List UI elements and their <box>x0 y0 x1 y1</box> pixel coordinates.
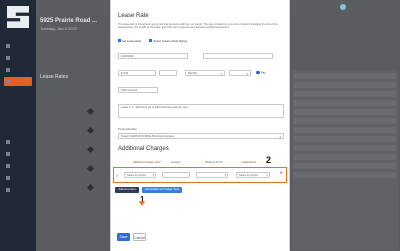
modal-intro: The lease rate is the agreed upon price … <box>118 23 278 30</box>
chevron-down-icon: ▾ <box>152 173 154 177</box>
annotation-arrow-icon <box>139 201 145 206</box>
pencil-icon[interactable] <box>86 183 95 192</box>
page-title: 5925 Prairie Road ... <box>40 18 98 24</box>
sidebar-item[interactable] <box>4 65 32 74</box>
nav-icon <box>6 175 10 180</box>
chevron-down-icon: ▾ <box>220 72 222 76</box>
sidebar-subitem[interactable] <box>4 89 32 98</box>
radio-icon <box>149 39 153 42</box>
pencil-icon[interactable] <box>86 107 95 116</box>
nav-icon <box>6 139 10 144</box>
sidebar-item[interactable] <box>4 41 32 50</box>
nav-icon <box>6 79 10 84</box>
col-header-type: Additional Charge Type* <box>133 161 161 164</box>
cancel-button[interactable]: Cancel <box>133 233 146 241</box>
sidebar-item[interactable] <box>4 161 32 170</box>
additional-charge-row: ≡ Select an Option ▾ ▾ Select an Option ▾ … <box>113 167 287 183</box>
start-date-field[interactable]: 11/01/2022 <box>118 53 188 59</box>
annotation-marker-2: 2 <box>266 155 272 165</box>
pencil-icon[interactable] <box>86 145 95 154</box>
option-set-lease-rate[interactable]: Set Lease Rate <box>118 39 141 43</box>
option-custom-range[interactable]: Select Custom Date Range <box>149 39 187 43</box>
nav-icon <box>6 151 10 156</box>
create-event-select[interactable]: Select an Option ▾ <box>236 172 270 178</box>
pencil-icon[interactable] <box>86 164 95 173</box>
pay-toggle[interactable]: Pay <box>256 71 265 75</box>
chevron-down-icon: ▾ <box>246 72 248 76</box>
sidebar <box>0 0 36 251</box>
logo-icon <box>7 6 29 28</box>
avatar[interactable] <box>340 4 346 10</box>
sidebar-item[interactable] <box>4 173 32 182</box>
frequency-select[interactable]: Monthly ▾ <box>185 70 225 76</box>
description-field[interactable]: 2022 increase <box>118 87 158 93</box>
toggle-icon <box>256 71 260 74</box>
sidebar-item[interactable] <box>4 149 32 158</box>
sidebar-subitem[interactable] <box>4 125 32 134</box>
background-table <box>292 70 398 250</box>
add-charge-type-button[interactable]: Add Additional Charge Type <box>142 187 182 193</box>
nav-icon <box>6 43 10 48</box>
add-line-item-button[interactable]: Add Line Item <box>115 187 139 193</box>
charge-amount-field[interactable] <box>162 172 190 178</box>
col-header-event: Create Event <box>241 161 257 164</box>
delete-icon[interactable]: × <box>279 171 283 177</box>
radio-icon <box>118 39 121 42</box>
rate-field[interactable]: $ 0.00 <box>118 70 156 76</box>
end-date-field[interactable] <box>203 53 273 59</box>
save-button[interactable]: Save <box>117 233 130 241</box>
chevron-down-icon: ▾ <box>279 135 281 139</box>
sidebar-subitem[interactable] <box>4 101 32 110</box>
pencil-icon[interactable] <box>86 126 95 135</box>
rate-secondary-field[interactable] <box>159 70 177 76</box>
modal-options: Set Lease Rate Select Custom Date Range <box>118 39 187 43</box>
nav-icon <box>6 163 10 168</box>
frequency-right-select[interactable]: ▾ <box>229 70 251 76</box>
additional-charges-title: Additional Charges <box>118 146 169 152</box>
charge-type-select[interactable]: Select an Option ▾ <box>124 172 156 178</box>
sidebar-subitem[interactable] <box>4 113 32 122</box>
sidebar-item[interactable] <box>4 185 32 194</box>
allocation-label: Tenant Allocation <box>118 128 137 131</box>
sidebar-item[interactable] <box>4 137 32 146</box>
allocation-select[interactable]: Tenant: CERTAIN FORCE Plumbing Company ▾ <box>118 133 284 139</box>
chevron-down-icon: ▾ <box>266 173 268 177</box>
nav-icon <box>6 187 10 192</box>
modal-title: Lease Rate <box>118 13 149 19</box>
measure-from-select[interactable]: ▾ <box>196 172 228 178</box>
nav-icon <box>6 67 10 72</box>
drag-handle-icon[interactable]: ≡ <box>116 173 118 178</box>
col-header-amount: Amount* <box>171 161 181 164</box>
sidebar-item-active[interactable] <box>4 77 32 86</box>
page-subtitle: Tuesday, Jan 4 2022 <box>40 26 77 31</box>
col-header-measure: Measure From* <box>205 161 223 164</box>
chevron-down-icon: ▾ <box>224 173 226 177</box>
sidebar-item[interactable] <box>4 53 32 62</box>
nav-icon <box>6 55 10 60</box>
row-edit-icons <box>58 95 118 192</box>
section-title: Lease Rates <box>40 74 69 80</box>
notes-textarea[interactable]: Lease Yr 2 - Recurring set to follow the… <box>118 104 284 118</box>
lease-rate-modal: Lease Rate The lease rate is the agreed … <box>110 0 290 251</box>
